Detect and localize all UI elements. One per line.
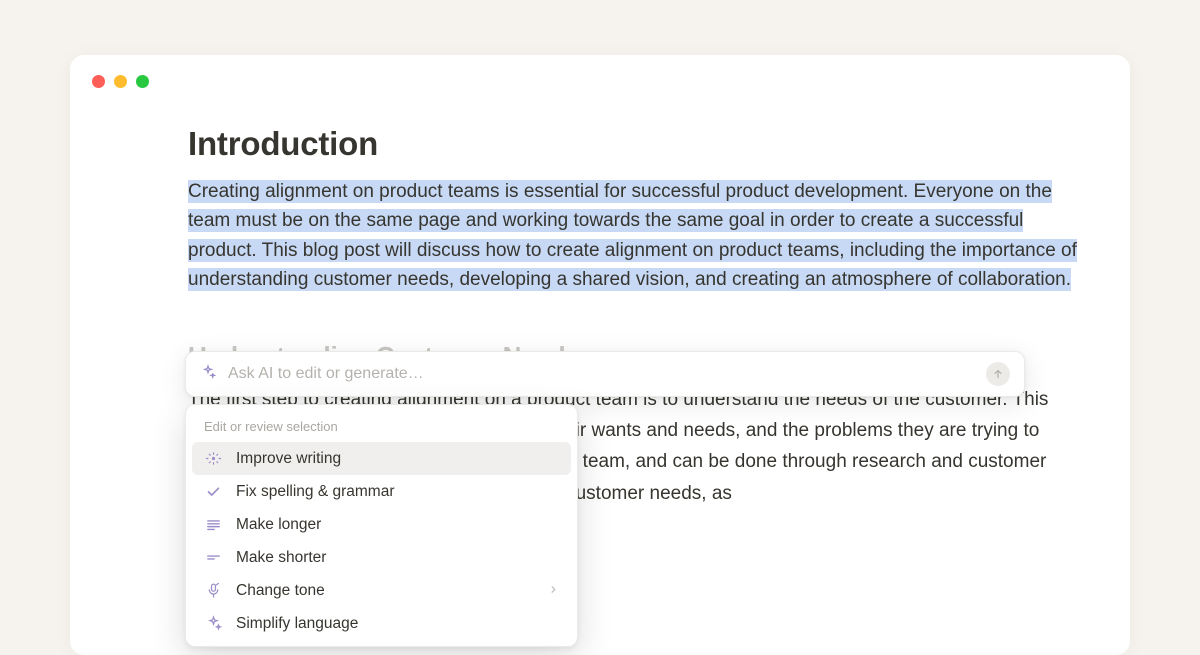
fullscreen-window-button[interactable] — [136, 75, 149, 88]
intro-paragraph[interactable]: Creating alignment on product teams is e… — [188, 177, 1085, 295]
sparkle-icon — [200, 364, 216, 385]
menu-item-label: Fix spelling & grammar — [236, 483, 559, 501]
traffic-lights — [92, 75, 149, 88]
magic-wand-icon — [204, 450, 222, 467]
menu-section-header: Edit or review selection — [192, 413, 571, 442]
menu-item-change-tone[interactable]: Change tone — [192, 574, 571, 607]
menu-item-label: Make shorter — [236, 549, 559, 567]
lines-long-icon — [204, 516, 222, 533]
menu-item-fix-spelling[interactable]: Fix spelling & grammar — [192, 475, 571, 508]
page-heading[interactable]: Introduction — [188, 125, 1085, 163]
selected-text[interactable]: Creating alignment on product teams is e… — [188, 180, 1077, 291]
ai-prompt-bar[interactable]: Ask AI to edit or generate… — [185, 351, 1025, 397]
microphone-icon — [204, 582, 222, 599]
checkmark-icon — [204, 483, 222, 500]
app-window: Introduction Creating alignment on produ… — [70, 55, 1130, 655]
menu-item-simplify-language[interactable]: Simplify language — [192, 607, 571, 640]
menu-item-improve-writing[interactable]: Improve writing — [192, 442, 571, 475]
close-window-button[interactable] — [92, 75, 105, 88]
lines-short-icon — [204, 549, 222, 566]
menu-item-label: Change tone — [236, 582, 534, 600]
sparkle-icon — [204, 615, 222, 632]
submit-button[interactable] — [986, 362, 1010, 386]
chevron-right-icon — [548, 582, 559, 600]
menu-item-label: Improve writing — [236, 450, 559, 468]
menu-item-make-shorter[interactable]: Make shorter — [192, 541, 571, 574]
ai-actions-menu: Edit or review selection Improve writing… — [185, 404, 578, 647]
minimize-window-button[interactable] — [114, 75, 127, 88]
menu-item-label: Make longer — [236, 516, 559, 534]
menu-item-make-longer[interactable]: Make longer — [192, 508, 571, 541]
ai-input-placeholder[interactable]: Ask AI to edit or generate… — [228, 365, 974, 383]
